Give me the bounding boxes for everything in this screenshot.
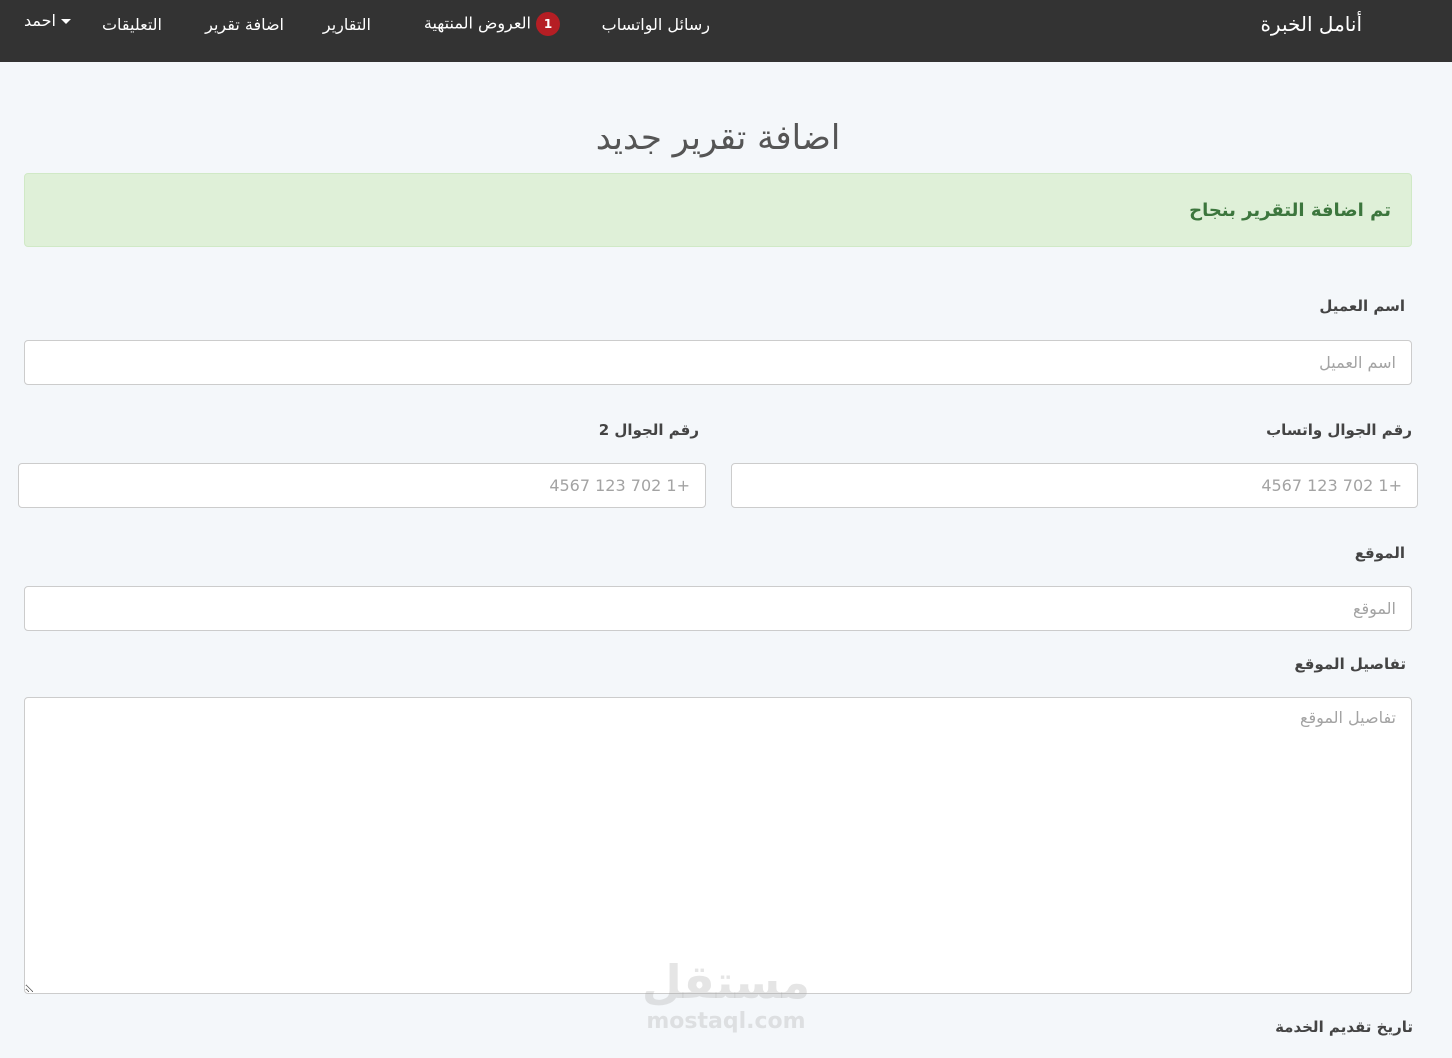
client-name-label: اسم العميل: [1319, 297, 1405, 315]
phone-2-input[interactable]: [18, 463, 706, 508]
phone-whatsapp-input[interactable]: [731, 463, 1418, 508]
caret-down-icon: [61, 19, 72, 24]
user-dropdown-toggle[interactable]: احمد: [24, 10, 74, 32]
nav-item-whatsapp-messages[interactable]: رسائل الواتساب: [602, 14, 710, 36]
nav-item-label: العروض المنتهية: [423, 13, 531, 33]
phone-2-label: رقم الجوال 2: [598, 421, 699, 439]
location-details-textarea[interactable]: [24, 697, 1412, 994]
service-date-label: تاريخ تقديم الخدمة: [1275, 1018, 1413, 1036]
success-alert: تم اضافة التقرير بنجاح: [24, 173, 1412, 247]
nav-item-label: التعليقات: [101, 15, 162, 34]
page-title: اضافة تقرير جديد: [595, 118, 841, 158]
nav-item-label: رسائل الواتساب: [601, 15, 710, 34]
location-label: الموقع: [1354, 544, 1405, 562]
nav-item-expired-offers[interactable]: العروض المنتهية 1: [424, 12, 565, 36]
nav-item-add-report[interactable]: اضافة تقرير: [205, 14, 284, 36]
client-name-input[interactable]: [24, 340, 1412, 385]
watermark-latin-text: mostaql.com: [646, 1009, 806, 1034]
expired-offers-count-badge: 1: [536, 12, 560, 36]
location-input[interactable]: [24, 586, 1412, 631]
nav-item-label: اضافة تقرير: [205, 15, 284, 34]
top-navbar: أنامل الخبرة رسائل الواتساب العروض المنت…: [0, 0, 1452, 62]
nav-item-label: التقارير: [322, 15, 371, 34]
location-details-label: تفاصيل الموقع: [1294, 655, 1406, 673]
alert-message: تم اضافة التقرير بنجاح: [1189, 200, 1391, 221]
nav-item-reports[interactable]: التقارير: [323, 14, 371, 36]
brand-logo-text[interactable]: أنامل الخبرة: [1260, 10, 1362, 38]
user-name: احمد: [24, 11, 56, 30]
phone-whatsapp-label: رقم الجوال واتساب: [1266, 421, 1412, 439]
nav-item-comments[interactable]: التعليقات: [102, 14, 162, 36]
